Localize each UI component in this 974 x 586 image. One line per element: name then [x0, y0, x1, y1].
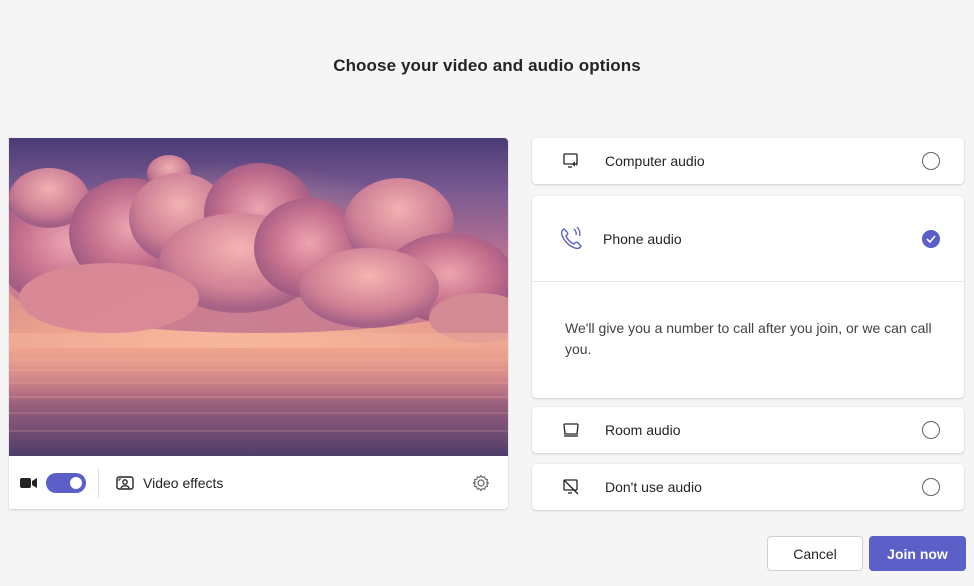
no-audio-option[interactable]: Don't use audio — [532, 464, 964, 510]
phone-audio-radio[interactable] — [922, 229, 940, 248]
computer-audio-radio[interactable] — [922, 152, 940, 170]
camera-toggle[interactable] — [46, 472, 86, 493]
background-effects-icon — [116, 475, 134, 491]
gear-icon[interactable] — [471, 473, 491, 493]
computer-speaker-icon — [560, 150, 582, 172]
computer-audio-option[interactable]: Computer audio — [532, 138, 964, 184]
video-preview-panel: Video effects — [9, 138, 508, 509]
video-camera-icon — [20, 476, 38, 490]
room-audio-row[interactable]: Room audio — [532, 407, 964, 453]
video-effects-button[interactable]: Video effects — [116, 475, 223, 491]
divider — [98, 467, 99, 498]
phone-audio-row[interactable]: Phone audio — [532, 196, 964, 282]
video-effects-label: Video effects — [143, 474, 224, 491]
join-now-button[interactable]: Join now — [869, 536, 966, 571]
room-audio-label: Room audio — [605, 422, 681, 438]
phone-audio-option[interactable]: Phone audio We'll give you a number to c… — [532, 196, 964, 398]
phone-call-icon — [558, 225, 586, 253]
phone-audio-label: Phone audio — [603, 230, 682, 247]
room-device-icon — [560, 419, 582, 441]
cancel-button[interactable]: Cancel — [767, 536, 863, 571]
room-audio-radio[interactable] — [922, 421, 940, 439]
room-audio-option[interactable]: Room audio — [532, 407, 964, 453]
video-preview — [9, 138, 508, 456]
no-audio-radio[interactable] — [922, 478, 940, 496]
computer-audio-row[interactable]: Computer audio — [532, 138, 964, 184]
video-controls-bar: Video effects — [9, 456, 508, 509]
no-audio-label: Don't use audio — [605, 479, 702, 495]
computer-audio-label: Computer audio — [605, 153, 705, 169]
checkmark-icon — [926, 234, 936, 243]
no-audio-row[interactable]: Don't use audio — [532, 464, 964, 510]
phone-audio-description: We'll give you a number to call after yo… — [565, 320, 932, 357]
no-audio-icon — [560, 476, 582, 498]
toggle-knob — [70, 476, 82, 489]
page-title: Choose your video and audio options — [333, 56, 641, 75]
